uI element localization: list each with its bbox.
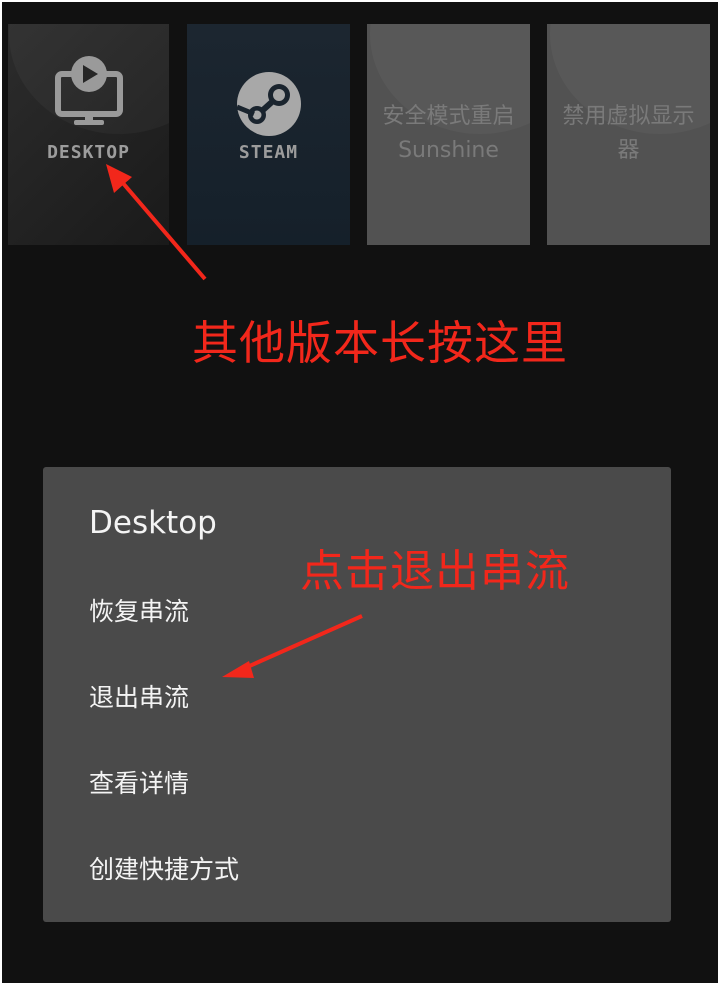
menu-item-view-details[interactable]: 查看详情 [89,764,189,800]
annotation-long-press: 其他版本长按这里 [192,316,568,370]
dialog-title: Desktop [89,505,217,541]
tile-label: STEAM [238,142,299,163]
menu-item-quit-stream[interactable]: 退出串流 [89,678,189,714]
menu-item-resume-stream[interactable]: 恢复串流 [89,592,189,628]
menu-item-create-shortcut[interactable]: 创建快捷方式 [89,850,239,886]
app-tile-steam[interactable]: STEAM [187,24,350,245]
app-screen: DESKTOP STEAM 安全模式重启Sunshine 禁用虚拟显示器 其他版… [2,2,718,983]
monitor-play-icon [54,56,123,125]
tile-label: DESKTOP [47,142,130,163]
app-tile-desktop[interactable]: DESKTOP [8,24,169,245]
app-tile-disable-virtual-display[interactable]: 禁用虚拟显示器 [547,24,710,245]
tile-label: 安全模式重启Sunshine [382,104,515,163]
steam-logo-icon [235,72,301,136]
app-tile-safe-mode-restart[interactable]: 安全模式重启Sunshine [367,24,530,245]
tile-label: 禁用虚拟显示器 [562,104,695,163]
annotation-click-exit: 点击退出串流 [300,546,570,597]
